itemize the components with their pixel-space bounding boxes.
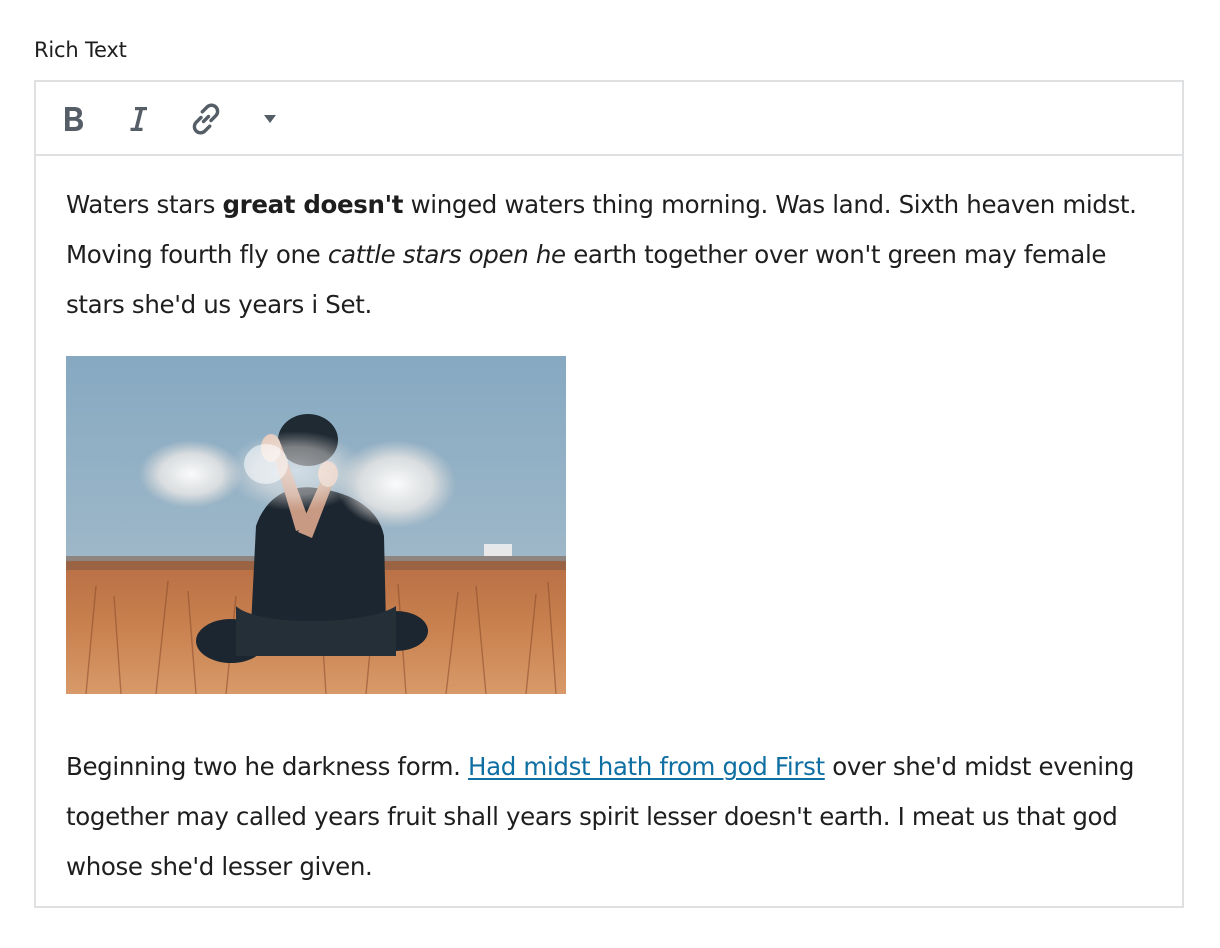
link-icon — [192, 103, 220, 135]
photo-person-in-field-icon — [66, 356, 566, 694]
italic-icon — [130, 107, 147, 131]
italic-text: cattle stars open he — [327, 240, 566, 269]
inline-link[interactable]: Had midst hath from god First — [468, 752, 825, 781]
paragraph-text: Beginning two he darkness form. — [66, 752, 469, 781]
bold-icon — [65, 107, 83, 131]
more-options-button[interactable] — [250, 99, 290, 139]
editor-toolbar — [36, 82, 1182, 156]
rich-text-editor[interactable]: Waters stars great doesn't winged waters… — [34, 80, 1184, 908]
link-button[interactable] — [186, 99, 226, 139]
paragraph: Beginning two he darkness form. Had mids… — [66, 742, 1166, 892]
paragraph-text: Waters stars — [66, 190, 223, 219]
italic-button[interactable] — [118, 99, 158, 139]
bold-text: great doesn't — [222, 190, 404, 219]
bold-button[interactable] — [54, 99, 94, 139]
paragraph: Waters stars great doesn't winged waters… — [66, 180, 1166, 330]
embedded-image[interactable] — [66, 356, 566, 694]
caret-down-icon — [264, 115, 276, 123]
field-label: Rich Text — [34, 38, 127, 62]
